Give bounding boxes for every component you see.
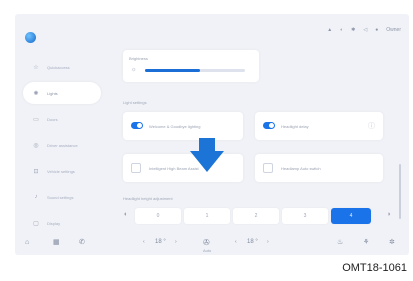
sidebar-item-label: Quickaccess (47, 64, 70, 70)
height-option-0[interactable]: 0 (135, 208, 181, 224)
seat-heating-icon[interactable]: ♨ (337, 238, 343, 246)
bottom-bar: ⌂ ▦ ✆ ‹ 18 ° › ✇ Auto ‹ 18 ° › ♨ ⚘ ✲ (15, 229, 409, 255)
headlamp-auto-label: Headlamp Auto switch (281, 166, 321, 171)
headlight-delay-label: Headlight delay (281, 124, 309, 129)
checkbox-icon[interactable] (263, 163, 273, 173)
headlight-height-selector[interactable]: 0 1 2 3 4 (135, 208, 371, 224)
settings-sidebar: ☆ Quickaccess ✺ Lights ▭ Doors ◎ Driver … (15, 56, 107, 238)
welcome-lighting-toggle[interactable] (131, 122, 143, 129)
sidebar-item-driver-assistance[interactable]: ◎ Driver assistance (23, 134, 101, 156)
app-logo (25, 32, 36, 43)
wifi-icon: ◐ (340, 27, 344, 33)
door-icon: ▭ (33, 116, 39, 123)
sidebar-item-label: Sound settings (47, 194, 74, 200)
height-option-2[interactable]: 2 (233, 208, 279, 224)
sidebar-item-doors[interactable]: ▭ Doors (23, 108, 101, 130)
sidebar-item-label: Vehicle settings (47, 168, 75, 174)
temp-right-up-icon[interactable]: › (267, 239, 269, 245)
seat-icon[interactable]: ⚘ (363, 238, 369, 246)
sidebar-item-label: Lights (47, 90, 58, 96)
display-icon: ▢ (33, 220, 39, 227)
sidebar-item-vehicle-settings[interactable]: ⊡ Vehicle settings (23, 160, 101, 182)
phone-icon[interactable]: ✆ (79, 238, 85, 246)
home-icon[interactable]: ⌂ (25, 239, 29, 246)
temp-right: 18 ° (247, 239, 258, 245)
headlight-delay-card[interactable]: Headlight delay ⓘ (255, 112, 383, 140)
apps-grid-icon[interactable]: ▦ (53, 238, 60, 246)
headlamp-auto-card[interactable]: Headlamp Auto switch (255, 154, 383, 182)
height-option-1[interactable]: 1 (184, 208, 230, 224)
bluetooth-icon: ✱ (351, 27, 356, 33)
figure-caption: OMT18-1061 (342, 262, 407, 274)
welcome-lighting-card[interactable]: Welcome & Goodbye lighting (123, 112, 243, 140)
light-settings-label: Light settings (123, 100, 147, 105)
headlight-delay-toggle[interactable] (263, 122, 275, 129)
high-beam-assist-card[interactable]: Intelligent High Beam Assist (123, 154, 243, 182)
steering-icon: ◎ (33, 142, 39, 149)
temp-left-up-icon[interactable]: › (175, 239, 177, 245)
profile-icon[interactable]: ● (375, 27, 378, 33)
scrollbar[interactable] (399, 164, 401, 219)
height-option-4[interactable]: 4 (331, 208, 371, 224)
headlight-low-icon: ◖ (123, 211, 128, 218)
instruction-arrow-icon (190, 138, 224, 172)
brightness-slider-fill (145, 69, 200, 72)
fan-icon[interactable]: ✇ (203, 238, 210, 247)
status-icons: ▲ ◐ ✱ ◁ ● Owner (327, 27, 401, 33)
profile-name[interactable]: Owner (386, 27, 401, 33)
car-icon: ⊡ (33, 168, 39, 175)
welcome-lighting-label: Welcome & Goodbye lighting (149, 124, 201, 129)
top-status-bar: ▲ ◐ ✱ ◁ ● Owner (15, 14, 409, 43)
light-icon: ✺ (33, 90, 39, 97)
sidebar-item-sound-settings[interactable]: ♪ Sound settings (23, 186, 101, 208)
brightness-label: Brightness (129, 56, 148, 61)
star-icon: ☆ (33, 64, 39, 71)
headlight-height-label: Headlight height adjustment (123, 196, 173, 201)
sidebar-item-label: Display (47, 220, 61, 226)
fan-speed-icon[interactable]: ✲ (389, 238, 395, 246)
info-icon[interactable]: ⓘ (368, 121, 375, 131)
brightness-slider[interactable] (145, 69, 245, 72)
checkbox-icon[interactable] (131, 163, 141, 173)
temp-right-down-icon[interactable]: ‹ (235, 239, 237, 245)
volume-icon[interactable]: ◁ (363, 27, 367, 33)
sidebar-item-lights[interactable]: ✺ Lights (23, 82, 101, 104)
temp-left: 18 ° (155, 239, 166, 245)
brightness-card: Brightness ☼ (123, 50, 259, 82)
temp-left-down-icon[interactable]: ‹ (143, 239, 145, 245)
climate-auto-label: Auto (203, 248, 212, 253)
sidebar-item-label: Doors (47, 116, 58, 122)
sidebar-item-label: Driver assistance (47, 142, 78, 148)
sound-icon: ♪ (34, 194, 38, 200)
sun-icon: ☼ (131, 67, 137, 73)
signal-icon: ▲ (327, 27, 333, 33)
height-option-3[interactable]: 3 (282, 208, 328, 224)
sidebar-item-quickaccess[interactable]: ☆ Quickaccess (23, 56, 101, 78)
headlight-high-icon: ◗ (387, 211, 392, 218)
infotainment-screen: ▲ ◐ ✱ ◁ ● Owner ☆ Quickaccess ✺ Lights ▭… (15, 14, 409, 255)
